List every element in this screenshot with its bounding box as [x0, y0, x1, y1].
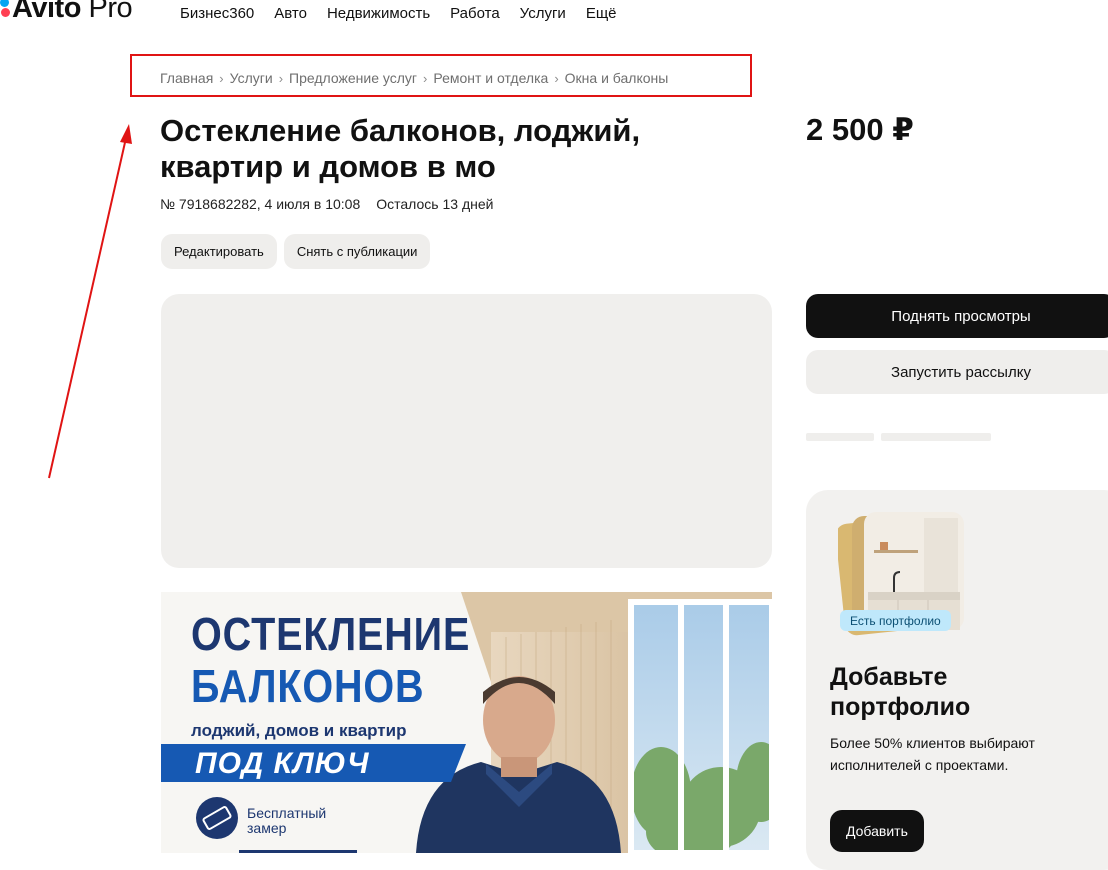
nav-realty[interactable]: Недвижимость: [327, 5, 430, 22]
nav-business360[interactable]: Бизнес360: [180, 5, 254, 22]
logo-pro-text: Pro: [88, 0, 133, 24]
add-portfolio-button[interactable]: Добавить: [830, 810, 924, 852]
banner-line1: ОСТЕКЛЕНИЕ: [191, 608, 471, 660]
annotation-highlight-box: [130, 54, 752, 97]
banner-free-line1: Бесплатный: [247, 805, 327, 821]
listing-remaining: Осталось 13 дней: [376, 196, 494, 212]
nav-jobs[interactable]: Работа: [450, 5, 500, 22]
top-navigation: Avito Pro Бизнес360 Авто Недвижимость Ра…: [0, 0, 1108, 28]
unpublish-button[interactable]: Снять с публикации: [283, 234, 431, 269]
banner-line3: лоджий, домов и квартир: [191, 721, 407, 740]
nav-more[interactable]: Ещё: [586, 5, 617, 22]
edit-button[interactable]: Редактировать: [161, 234, 277, 269]
portfolio-promo-card: Есть портфолио Добавьте портфолио Более …: [806, 490, 1108, 870]
banner-free-measure: Бесплатный замер: [247, 806, 326, 836]
gallery-placeholder[interactable]: [161, 294, 772, 568]
nav-services[interactable]: Услуги: [520, 5, 566, 22]
promo-title: Добавьте портфолио: [830, 663, 971, 721]
logo-text: Avito: [12, 0, 81, 24]
nav-auto[interactable]: Авто: [274, 5, 307, 22]
start-mailing-button[interactable]: Запустить рассылку: [806, 350, 1108, 394]
has-portfolio-badge: Есть портфолио: [840, 610, 951, 631]
skeleton-line: [806, 433, 874, 441]
skeleton-line: [881, 433, 991, 441]
banner-line4: ПОД КЛЮЧ: [195, 747, 370, 780]
listing-banner-image[interactable]: ОСТЕКЛЕНИЕ БАЛКОНОВ лоджий, домов и квар…: [161, 592, 772, 853]
promo-text: Более 50% клиентов выбирают исполнителей…: [830, 735, 1035, 773]
listing-meta: № 7918682282, 4 июля в 10:08 Осталось 13…: [160, 196, 493, 212]
logo-dots-icon: [0, 0, 12, 17]
main-nav: Бизнес360 Авто Недвижимость Работа Услуг…: [180, 5, 617, 22]
listing-action-buttons: Редактировать Снять с публикации: [161, 234, 431, 269]
boost-views-button[interactable]: Поднять просмотры: [806, 294, 1108, 338]
listing-title: Остекление балконов, лоджий, квартир и д…: [160, 113, 641, 184]
banner-free-line2: замер: [247, 820, 287, 836]
listing-number-date: № 7918682282, 4 июля в 10:08: [160, 196, 361, 212]
avito-pro-logo[interactable]: Avito Pro: [0, 0, 133, 25]
listing-price: 2 500 ₽: [806, 112, 914, 147]
banner-line2: БАЛКОНОВ: [191, 660, 425, 712]
